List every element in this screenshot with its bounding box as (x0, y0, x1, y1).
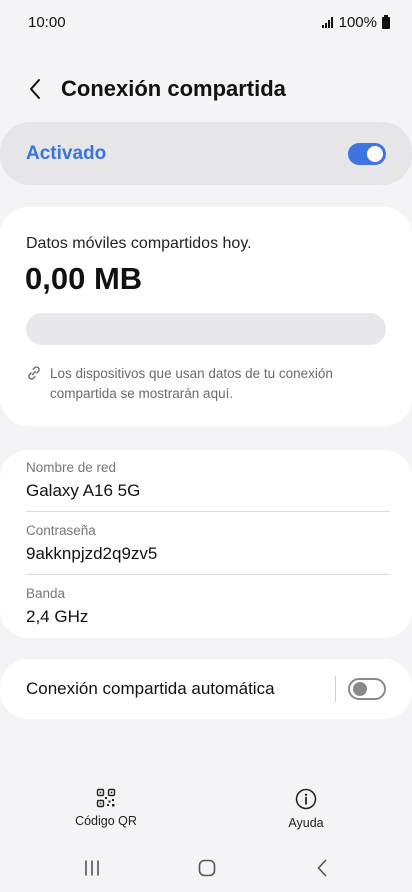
usage-value: 0,00 MB (25, 261, 143, 296)
data-usage-card: Datos móviles compartidos hoy. 0,00 MB L… (0, 207, 412, 426)
toggle-knob (353, 682, 367, 696)
page-title: Conexión compartida (61, 76, 286, 101)
home-icon (198, 859, 216, 877)
network-name-label: Nombre de red (26, 460, 117, 475)
chevron-left-icon (30, 79, 40, 99)
link-icon (28, 366, 40, 380)
signal-icon (321, 17, 333, 28)
row-divider (26, 511, 390, 512)
master-switch-bar[interactable]: Activado (0, 122, 412, 185)
camera-notch (180, 0, 232, 36)
back-button[interactable] (20, 72, 50, 106)
band-row[interactable]: Banda 2,4 GHz (26, 586, 390, 627)
usage-label: Datos móviles compartidos hoy. (26, 235, 252, 252)
app-header: Conexión compartida (0, 68, 412, 110)
battery-icon (382, 14, 390, 29)
nav-back-icon (317, 859, 327, 877)
help-label: Ayuda (288, 816, 324, 830)
band-value: 2,4 GHz (26, 607, 89, 626)
system-nav-bar (0, 848, 412, 888)
password-label: Contraseña (26, 523, 96, 538)
network-name-row[interactable]: Nombre de red Galaxy A16 5G (26, 460, 390, 501)
connected-devices-note: Los dispositivos que usan datos de tu co… (26, 364, 366, 404)
row-divider (26, 574, 390, 575)
qr-code-label: Código QR (75, 814, 137, 828)
qr-code-button[interactable]: Código QR (66, 788, 146, 828)
home-button[interactable] (192, 856, 222, 880)
network-details-card: Nombre de red Galaxy A16 5G Contraseña 9… (0, 450, 412, 638)
auto-hotspot-label: Conexión compartida automática (26, 679, 275, 698)
qr-code-icon (96, 788, 116, 808)
status-time: 10:00 (28, 14, 66, 31)
network-name-value: Galaxy A16 5G (26, 481, 141, 500)
master-toggle[interactable] (348, 142, 386, 165)
info-icon (295, 788, 317, 810)
password-value: 9akknpjzd2q9zv5 (26, 544, 158, 563)
band-label: Banda (26, 586, 66, 601)
nav-back-button[interactable] (307, 856, 337, 880)
toggle-knob (367, 145, 383, 162)
help-button[interactable]: Ayuda (266, 788, 346, 830)
auto-hotspot-card[interactable]: Conexión compartida automática (0, 659, 412, 719)
recents-button[interactable] (77, 856, 107, 880)
auto-hotspot-toggle[interactable] (348, 678, 386, 700)
status-bar: 10:00 100% (0, 0, 412, 46)
recents-icon (85, 860, 99, 876)
password-row[interactable]: Contraseña 9akknpjzd2q9zv5 (26, 523, 390, 564)
vertical-divider (335, 676, 336, 702)
status-indicators: 100% (321, 14, 390, 31)
master-switch-label: Activado (26, 142, 107, 164)
usage-note-text: Los dispositivos que usan datos de tu co… (50, 366, 333, 401)
usage-progress-bar (26, 313, 386, 345)
battery-percentage: 100% (338, 14, 377, 31)
